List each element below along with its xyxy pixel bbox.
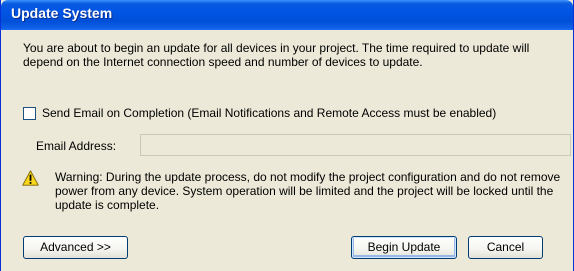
cancel-button[interactable]: Cancel (468, 236, 543, 259)
warning-text: Warning: During the update process, do n… (55, 170, 561, 212)
warning-triangle-icon (22, 170, 39, 186)
dialog-content: You are about to begin an update for all… (1, 30, 573, 271)
email-address-field[interactable] (140, 134, 571, 156)
email-address-label: Email Address: (36, 139, 117, 153)
dialog-title: Update System (11, 5, 113, 21)
advanced-button[interactable]: Advanced >> (23, 236, 128, 259)
intro-text: You are about to begin an update for all… (23, 41, 530, 69)
send-email-label: Send Email on Completion (Email Notifica… (42, 106, 497, 120)
send-email-checkbox[interactable] (23, 106, 36, 120)
title-bar[interactable]: Update System (1, 0, 573, 30)
begin-update-button[interactable]: Begin Update (351, 236, 457, 259)
send-email-option[interactable]: Send Email on Completion (Email Notifica… (23, 106, 496, 120)
update-system-dialog: Update System You are about to begin an … (0, 0, 574, 271)
